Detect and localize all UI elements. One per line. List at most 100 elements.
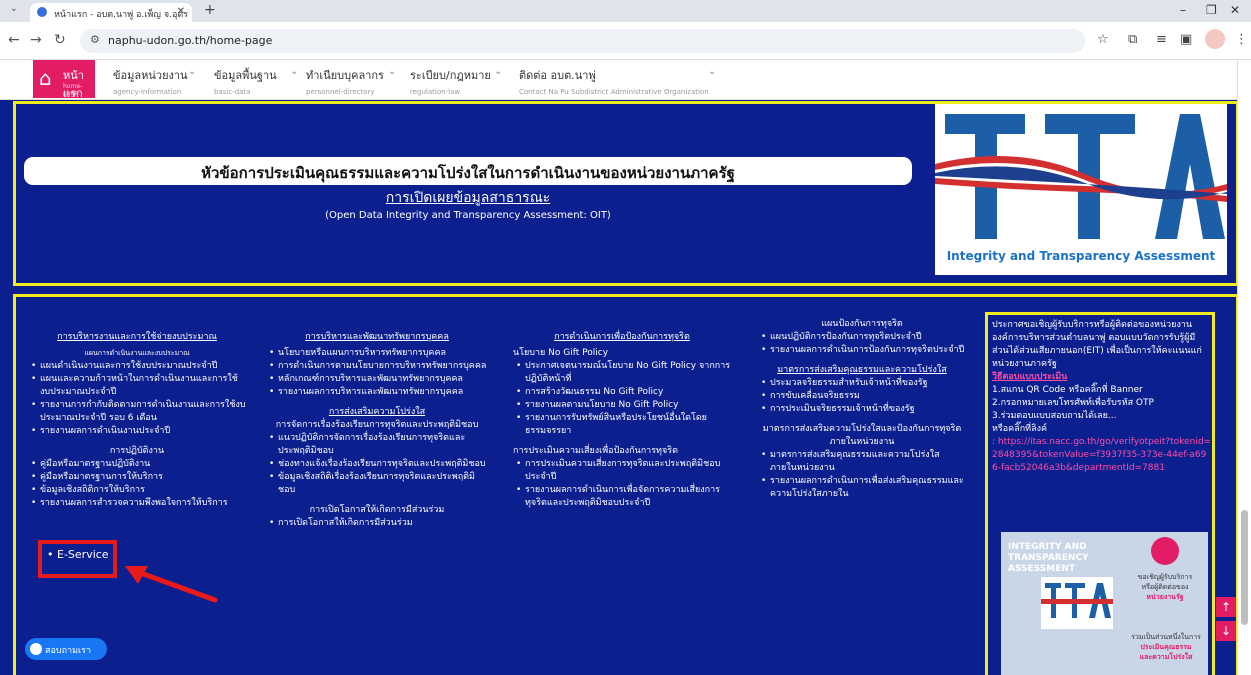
howto-heading: วิธีตอบแบบประเมิน <box>992 372 1068 382</box>
chevron-down-icon[interactable]: ⌄ <box>388 66 396 77</box>
sub-heading: แผนการดำเนินงานและงบประมาณ <box>84 349 190 357</box>
ita-logo-graphic <box>935 104 1227 249</box>
list-item[interactable]: คู่มือหรือมาตรฐานการให้บริการ <box>28 471 246 484</box>
site-info-icon[interactable]: ⚙ <box>90 33 100 46</box>
back-icon[interactable]: ← <box>8 32 20 48</box>
messenger-icon <box>30 643 42 655</box>
announcement-text: ประกาศขอเชิญผู้รับบริการหรือผู้ติดต่อของ… <box>992 320 1202 369</box>
list-item[interactable]: รายงานผลการสำรวจความพึงพอใจการให้บริการ <box>28 497 246 510</box>
list-item[interactable]: การประเมินจริยธรรมเจ้าหน้าที่ของรัฐ <box>758 403 966 416</box>
tab-title: หน้าแรก - อบต.นาพู่ อ.เพ็ญ จ.อุดร <box>54 10 189 20</box>
nav-item-basic-data[interactable]: ข้อมูลพื้นฐาน basic-data <box>214 66 277 96</box>
messenger-chat-button[interactable]: สอบถามเรา <box>25 638 107 660</box>
new-tab-button[interactable]: + <box>204 2 216 18</box>
browser-tab[interactable]: หน้าแรก - อบต.นาพู่ อ.เพ็ญ จ.อุดร ✕ <box>30 3 192 22</box>
minimize-icon[interactable]: – <box>1180 3 1186 17</box>
banner-subtitle-link[interactable]: การเปิดเผยข้อมูลสาธารณะ <box>24 187 912 209</box>
list-item[interactable]: แนวปฏิบัติการจัดการเรื่องร้องเรียนการทุจ… <box>266 432 488 458</box>
maximize-icon[interactable]: ❐ <box>1206 3 1217 17</box>
sub-heading: การประเมินความเสี่ยงเพื่อป้องกันการทุจริ… <box>513 446 678 456</box>
list-item[interactable]: รายงานผลการดำเนินการเพื่อส่งเสริมคุณธรรม… <box>758 475 966 501</box>
nav-item-personnel-directory[interactable]: ทำเนียบบุคลากร personnel-directory <box>306 66 384 96</box>
chevron-down-icon[interactable]: ⌄ <box>494 66 502 77</box>
nav-item-agency-information[interactable]: ข้อมูลหน่วยงาน agency-information <box>113 66 188 96</box>
ita-card-logo <box>1041 577 1113 629</box>
list-item[interactable]: คู่มือหรือมาตรฐานปฏิบัติงาน <box>28 458 246 471</box>
page-scrollbar[interactable] <box>1237 60 1251 675</box>
bookmark-star-icon[interactable]: ☆ <box>1097 32 1109 47</box>
e-service-link[interactable]: • E-Service <box>47 548 109 561</box>
side-panel-icon[interactable]: ▣ <box>1180 32 1192 47</box>
sub-heading: การปฏิบัติงาน <box>109 446 165 456</box>
list-item[interactable]: การเปิดโอกาสให้เกิดการมีส่วนร่วม <box>266 517 488 530</box>
forward-icon[interactable]: → <box>30 32 42 48</box>
sub-heading: มาตรการส่งเสริมความโปร่งใสและป้องกันการท… <box>762 424 962 447</box>
section-heading[interactable]: การบริหารและพัฒนาทรัพยากรบุคคล <box>266 331 488 344</box>
section-heading[interactable]: การดำเนินการเพื่อป้องกันการทุจริต <box>513 331 731 344</box>
home-icon: ⌂ <box>39 66 52 90</box>
list-item[interactable]: การประเมินความเสี่ยงการทุจริตและประพฤติม… <box>513 458 731 484</box>
tab-close-icon[interactable]: ✕ <box>177 6 185 17</box>
list-item[interactable]: รายงานผลการดำเนินการเพื่อจัดการความเสี่ย… <box>513 484 731 510</box>
list-item[interactable]: แผนและความก้าวหน้าในการดำเนินงานและการใช… <box>28 373 246 399</box>
section-heading[interactable]: มาตรการส่งเสริมคุณธรรมและความโปร่งใส <box>758 364 966 377</box>
reload-icon[interactable]: ↻ <box>54 32 66 48</box>
list-item[interactable]: รายงานผลการบริหารและพัฒนาทรัพยากรบุคคล <box>266 386 488 399</box>
list-item[interactable]: รายงานผลตามนโยบาย No Gift Policy <box>513 399 731 412</box>
reading-list-icon[interactable]: ≡ <box>1156 32 1167 47</box>
list-item[interactable]: ประมวลจริยธรรมสำหรับเจ้าหน้าที่ของรัฐ <box>758 377 966 390</box>
address-bar[interactable]: ⚙ naphu-udon.go.th/home-page <box>80 29 1085 53</box>
list-item[interactable]: แผนปฏิบัติการป้องกันการทุจริตประจำปี <box>758 331 966 344</box>
nav-item-regulation-law[interactable]: ระเบียบ/กฎหมาย regulation-law <box>410 66 491 96</box>
list-item[interactable]: รายงานการรับทรัพย์สินหรือประโยชน์อื่นใดโ… <box>513 412 731 438</box>
close-window-icon[interactable]: ✕ <box>1230 3 1240 17</box>
list-item[interactable]: การขับเคลื่อนจริยธรรม <box>758 390 966 403</box>
home-nav-button[interactable]: ⌂ หน้าแรก home-page <box>33 60 95 100</box>
list-item[interactable]: ข้อมูลเชิงสถิติเรื่องร้องเรียนการทุจริตแ… <box>266 471 488 497</box>
scrollbar-thumb[interactable] <box>1241 510 1248 625</box>
list-item[interactable]: แผนดำเนินงานและการใช้งบประมาณประจำปี <box>28 360 246 373</box>
site-favicon-icon <box>37 7 47 17</box>
sub-heading: นโยบาย No Gift Policy <box>513 348 609 358</box>
list-item[interactable]: มาตรการส่งเสริมคุณธรรมและความโปร่งใสภายใ… <box>758 449 966 475</box>
list-item[interactable]: รายงานผลการดำเนินการป้องกันการทุจริตประจ… <box>758 344 966 357</box>
step-item: 3.ร่วมตอบแบบสอบถามได้เลย... <box>992 411 1117 421</box>
profile-avatar[interactable] <box>1205 29 1225 49</box>
oit-links-panel: การบริหารงานและการใช้จ่ายงบประมาณ แผนการ… <box>13 294 1239 675</box>
chevron-down-icon[interactable]: ⌄ <box>708 66 716 77</box>
scroll-top-button[interactable]: ↑ <box>1216 597 1236 617</box>
callout-arrow-icon <box>125 566 218 603</box>
sub-heading: แผนป้องกันการทุจริต <box>821 319 903 329</box>
banner-title: หัวข้อการประเมินคุณธรรมและความโปร่งใสในก… <box>201 164 735 182</box>
scroll-bottom-button[interactable]: ↓ <box>1216 621 1236 641</box>
eit-survey-link[interactable]: : https://itas.nacc.go.th/go/verifyotpei… <box>992 436 1212 475</box>
list-item[interactable]: ช่องทางแจ้งเรื่องร้องเรียนการทุจริตและปร… <box>266 458 488 471</box>
list-item[interactable]: ข้อมูลเชิงสถิติการให้บริการ <box>28 484 246 497</box>
ita-survey-banner[interactable]: INTEGRITY AND TRANSPARENCY ASSESSMENT ขอ… <box>1001 532 1208 675</box>
url-text[interactable]: naphu-udon.go.th/home-page <box>108 34 272 47</box>
list-item[interactable]: ประกาศเจตนารมณ์นโยบาย No Gift Policy จาก… <box>513 360 731 386</box>
chevron-down-icon[interactable]: ⌄ <box>188 66 196 77</box>
or-link-label: หรือคลิ๊กที่ลิงค์ <box>992 424 1048 434</box>
card-title: INTEGRITY AND TRANSPARENCY ASSESSMENT <box>1008 542 1089 574</box>
browser-menu-icon[interactable]: ⋮ <box>1235 32 1248 47</box>
chevron-down-icon[interactable]: ⌄ <box>290 66 298 77</box>
list-item[interactable]: การสร้างวัฒนธรรม No Gift Policy <box>513 386 731 399</box>
nav-item-contact[interactable]: ติดต่อ อบต.นาพู่ Contact Na Pu Subdistri… <box>519 66 709 96</box>
tab-search-icon[interactable]: ⌄ <box>10 4 18 14</box>
list-item[interactable]: นโยบายหรือแผนการบริหารทรัพยากรบุคคล <box>266 347 488 360</box>
sub-heading: การจัดการเรื่องร้องเรียนการทุจริตและประพ… <box>275 420 479 430</box>
extensions-icon[interactable]: ⧉ <box>1128 32 1137 47</box>
list-item[interactable]: การดำเนินการตามนโยบายการบริหารทรัพยากรบุ… <box>266 360 488 373</box>
home-sublabel: home-page <box>63 83 83 97</box>
list-item[interactable]: รายงานผลการดำเนินงานประจำปี <box>28 425 246 438</box>
banner-english-title: (Open Data Integrity and Transparency As… <box>325 210 611 221</box>
sub-heading: การเปิดโอกาสให้เกิดการมีส่วนร่วม <box>309 505 445 515</box>
ita-logo[interactable]: Integrity and Transparency Assessment <box>935 104 1227 275</box>
banner-title-bar: หัวข้อการประเมินคุณธรรมและความโปร่งใสในก… <box>24 157 912 185</box>
eit-announcement: ประกาศขอเชิญผู้รับบริการหรือผู้ติดต่อของ… <box>992 319 1212 475</box>
list-item[interactable]: รายงานการกำกับติดตามการดำเนินงานและการใช… <box>28 399 246 425</box>
section-heading[interactable]: การบริหารงานและการใช้จ่ายงบประมาณ <box>28 331 246 344</box>
section-heading[interactable]: การส่งเสริมความโปร่งใส <box>266 406 488 419</box>
list-item[interactable]: หลักเกณฑ์การบริหารและพัฒนาทรัพยากรบุคคล <box>266 373 488 386</box>
